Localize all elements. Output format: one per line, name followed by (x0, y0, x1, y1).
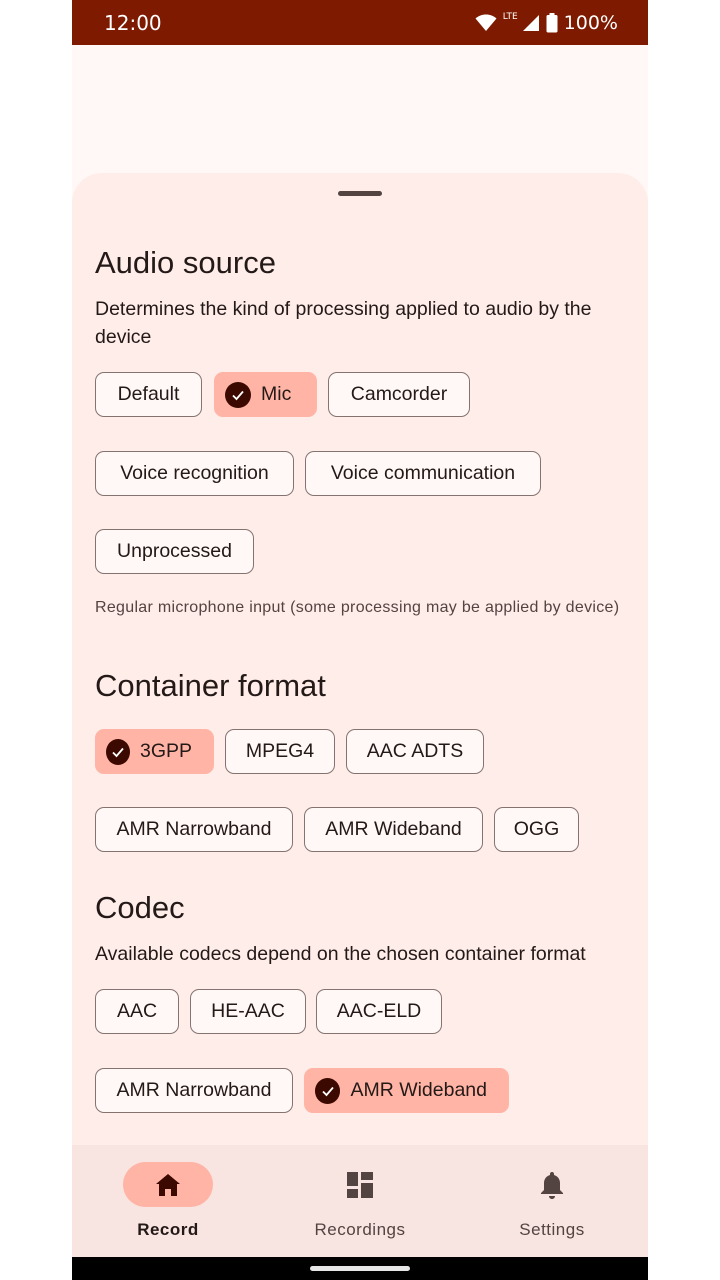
status-time: 12:00 (104, 10, 162, 35)
chip-mic[interactable]: Mic (214, 372, 317, 417)
dashboard-icon (347, 1171, 373, 1198)
chip-label: AMR Narrowband (116, 818, 272, 840)
chip-label: MPEG4 (245, 740, 315, 762)
chip-label: AAC-ELD (336, 1000, 422, 1022)
chip-amr-wideband[interactable]: AMR Wideband (304, 807, 483, 852)
signal-icon (522, 14, 539, 31)
chip-label: Default (117, 383, 180, 405)
chip-amr-narrowband[interactable]: AMR Narrowband (95, 807, 293, 852)
chip-label: Voice communication (330, 462, 516, 484)
nav-indicator (315, 1162, 405, 1207)
status-icons: LTE 100% (475, 12, 618, 34)
drag-handle[interactable] (338, 191, 382, 196)
codec-title: Codec (95, 890, 185, 925)
chip-default[interactable]: Default (95, 372, 202, 417)
chip-codec-amr-narrowband[interactable]: AMR Narrowband (95, 1068, 293, 1113)
chip-mpeg4[interactable]: MPEG4 (225, 729, 335, 774)
chip-voice-recognition[interactable]: Voice recognition (95, 451, 294, 496)
network-type: LTE (502, 11, 518, 22)
nav-label: Record (137, 1220, 199, 1239)
nav-recordings[interactable]: Recordings (264, 1145, 456, 1257)
chip-camcorder[interactable]: Camcorder (328, 372, 470, 417)
chip-label: AMR Wideband (350, 1079, 487, 1101)
chip-ogg[interactable]: OGG (494, 807, 579, 852)
container-format-title: Container format (95, 668, 326, 703)
chip-label: AMR Narrowband (116, 1079, 272, 1101)
battery-icon (546, 12, 558, 32)
nav-settings[interactable]: Settings (456, 1145, 648, 1257)
chip-aac-adts[interactable]: AAC ADTS (346, 729, 484, 774)
nav-record[interactable]: Record (72, 1145, 264, 1257)
chip-label: Mic (261, 383, 292, 405)
status-bar: 12:00 LTE 100% (72, 0, 648, 45)
wifi-icon (475, 14, 497, 31)
nav-label: Settings (519, 1220, 585, 1239)
chip-unprocessed[interactable]: Unprocessed (95, 529, 254, 574)
audio-source-note: Regular microphone input (some processin… (95, 599, 620, 616)
chip-3gpp[interactable]: 3GPP (95, 729, 214, 774)
chip-label: 3GPP (139, 740, 192, 762)
chip-aac[interactable]: AAC (95, 989, 179, 1034)
codec-description: Available codecs depend on the chosen co… (95, 943, 586, 965)
chip-label: Unprocessed (117, 540, 232, 562)
chip-label: OGG (513, 818, 560, 840)
bottom-navigation: Record Recordings Settings (72, 1145, 648, 1257)
audio-source-description: Determines the kind of processing applie… (95, 298, 592, 348)
audio-source-title: Audio source (95, 245, 276, 280)
chip-codec-amr-wideband[interactable]: AMR Wideband (304, 1068, 509, 1113)
top-area (72, 45, 648, 185)
chip-he-aac[interactable]: HE-AAC (190, 989, 306, 1034)
nav-indicator (507, 1162, 597, 1207)
chip-label: AAC ADTS (366, 740, 464, 762)
nav-label: Recordings (314, 1220, 406, 1239)
gesture-navigation-bar (72, 1257, 648, 1280)
chip-aac-eld[interactable]: AAC-ELD (316, 989, 442, 1034)
bell-icon (541, 1171, 563, 1199)
chip-voice-communication[interactable]: Voice communication (305, 451, 541, 496)
app-screen: 12:00 LTE 100% Audio source Determines t… (72, 0, 648, 1280)
check-icon (225, 381, 251, 408)
chip-label: Voice recognition (120, 462, 269, 484)
chip-label: AMR Wideband (325, 818, 462, 840)
nav-indicator (123, 1162, 213, 1207)
battery-percent: 100% (563, 11, 618, 34)
chip-label: AAC (116, 1000, 158, 1022)
home-gesture-handle[interactable] (310, 1266, 410, 1271)
home-icon (156, 1173, 180, 1196)
bottom-sheet: Audio source Determines the kind of proc… (72, 173, 648, 1153)
chip-label: HE-AAC (211, 1000, 285, 1022)
check-icon (315, 1077, 341, 1104)
chip-label: Camcorder (350, 383, 448, 405)
check-icon (106, 738, 130, 765)
